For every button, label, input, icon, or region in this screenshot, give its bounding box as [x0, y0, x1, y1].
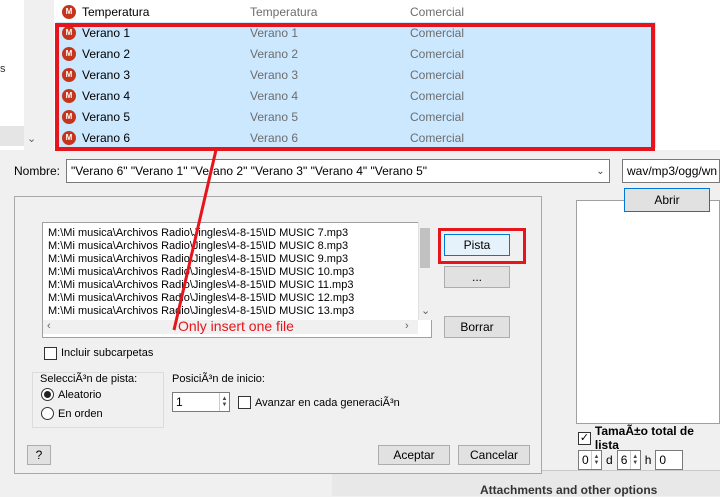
- annotation-text: Only insert one file: [178, 318, 294, 334]
- annotation-arrow: [172, 149, 218, 331]
